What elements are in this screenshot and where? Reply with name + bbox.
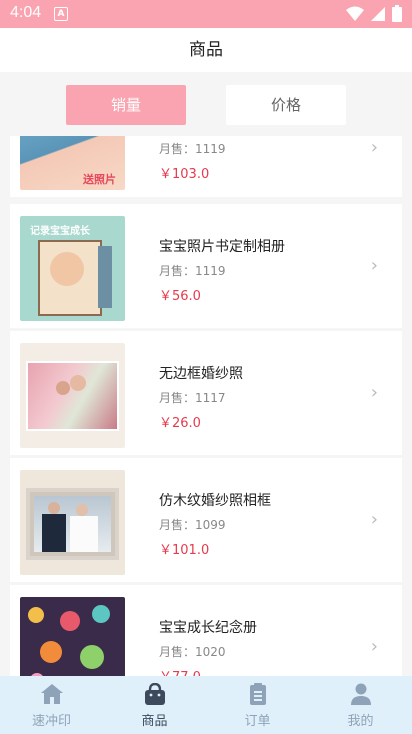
chevron-right-icon: › (370, 509, 378, 530)
sales-count: 1117 (195, 391, 226, 405)
status-time: 4:04 (10, 4, 42, 21)
tab-label: 速冲印 (31, 714, 71, 729)
sort-tabs: 销量 价格 (0, 72, 412, 136)
product-thumbnail (20, 343, 125, 448)
sales-prefix: 月售： (159, 264, 196, 278)
wifi-icon (346, 6, 364, 21)
tab-orders[interactable]: 订单 (206, 676, 309, 734)
page-header: 商品 (0, 28, 412, 73)
product-price: ￥26.0 (159, 416, 201, 431)
sales-count: 1099 (195, 518, 226, 532)
product-sales: 月售：1119 (159, 140, 226, 157)
product-thumbnail: 记录宝宝成长 (20, 216, 125, 321)
product-name: 宝宝成长纪念册 (159, 620, 257, 636)
product-price: ￥56.0 (159, 289, 201, 304)
sales-prefix: 月售： (159, 645, 196, 659)
status-bar: 4:04 A (0, 0, 412, 28)
product-price: ￥77.0 (159, 666, 201, 676)
product-sales: 月售：1099 (159, 516, 226, 533)
thumb-caption: 送照片 (83, 173, 116, 186)
product-name: 宝宝照片书定制相册 (159, 239, 285, 255)
tab-label: 订单 (244, 714, 271, 729)
bottom-tab-bar: 速冲印 商品 订单 我的 (0, 676, 412, 734)
tab-products[interactable]: 商品 (103, 676, 206, 734)
chevron-right-icon: › (370, 255, 378, 276)
chevron-right-icon: › (370, 636, 378, 657)
home-icon (41, 684, 63, 704)
sales-prefix: 月售： (159, 142, 196, 156)
chevron-right-icon: › (370, 382, 378, 403)
sales-prefix: 月售： (159, 391, 196, 405)
tab-label: 我的 (347, 714, 374, 729)
product-sales: 月售：1020 (159, 643, 226, 660)
notification-icon: A (54, 7, 68, 21)
product-item[interactable]: 无边框婚纱照 月售：1117 ￥26.0 › (10, 331, 402, 455)
product-item[interactable]: 仿木纹婚纱照相框 月售：1099 ￥101.0 › (10, 458, 402, 582)
product-thumbnail (20, 470, 125, 575)
status-icons (346, 5, 402, 22)
product-thumbnail (20, 597, 125, 676)
product-sales: 月售：1117 (159, 389, 226, 406)
thumb-caption: 记录宝宝成长 (30, 226, 90, 237)
bag-icon (145, 683, 165, 705)
signal-icon (371, 6, 385, 21)
sales-prefix: 月售： (159, 518, 196, 532)
person-icon (351, 683, 371, 705)
tab-sales[interactable]: 销量 (66, 85, 186, 125)
sales-count: 1119 (195, 264, 226, 278)
product-item[interactable]: 记录宝宝成长 宝宝照片书定制相册 月售：1119 ￥56.0 › (10, 204, 402, 328)
sales-count: 1119 (195, 142, 226, 156)
chevron-right-icon: › (370, 137, 378, 158)
page-title: 商品 (189, 40, 223, 60)
battery-icon (392, 5, 402, 22)
product-sales: 月售：1119 (159, 262, 226, 279)
product-item[interactable]: 宝宝成长纪念册 月售：1020 ￥77.0 › (10, 585, 402, 676)
product-price: ￥103.0 (159, 167, 210, 182)
product-list[interactable]: 送照片 月售：1119 ￥103.0 › 记录宝宝成长 宝宝照片书定制相册 月售… (0, 136, 412, 676)
sales-count: 1020 (195, 645, 226, 659)
tab-quick-print[interactable]: 速冲印 (0, 676, 103, 734)
product-name: 无边框婚纱照 (159, 366, 243, 382)
product-thumbnail: 送照片 (20, 136, 125, 190)
tab-mine[interactable]: 我的 (309, 676, 412, 734)
product-name: 仿木纹婚纱照相框 (159, 493, 271, 509)
clipboard-icon (250, 683, 266, 705)
product-item[interactable]: 送照片 月售：1119 ￥103.0 › (10, 136, 402, 197)
tab-label: 商品 (141, 714, 168, 729)
tab-price[interactable]: 价格 (226, 85, 346, 125)
product-price: ￥101.0 (159, 543, 210, 558)
